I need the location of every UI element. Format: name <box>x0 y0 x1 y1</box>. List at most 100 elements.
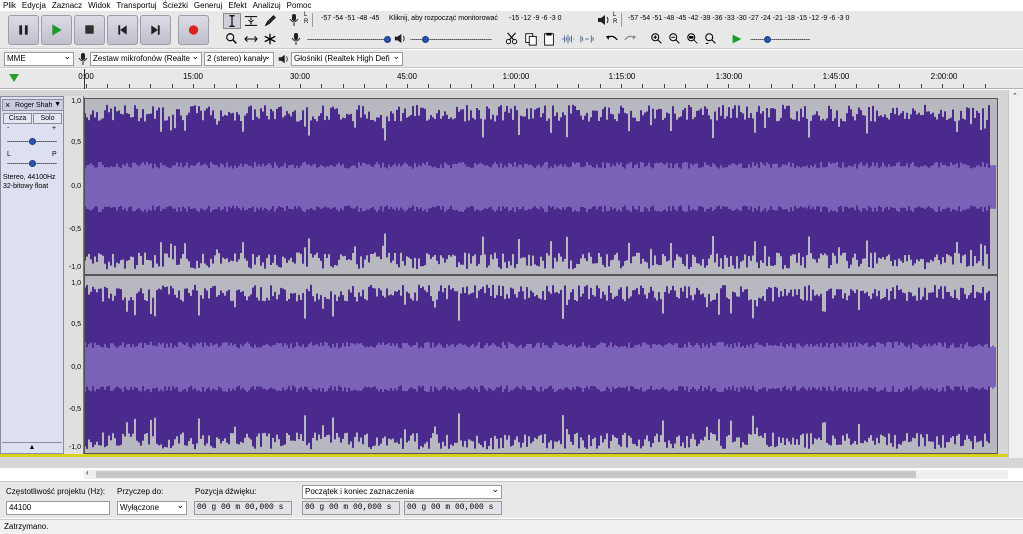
play-at-speed-button[interactable] <box>728 31 746 47</box>
timeline-tick <box>963 84 964 88</box>
recording-device-select[interactable]: Zestaw mikrofonów (Realte <box>90 52 202 66</box>
gain-slider[interactable] <box>7 137 57 147</box>
timeline-pin-icon[interactable] <box>8 72 20 86</box>
pan-thumb[interactable] <box>28 160 36 167</box>
mic-volume-thumb[interactable] <box>384 36 391 43</box>
playback-device-select[interactable]: Głośniki (Realtek High Defi <box>291 52 403 66</box>
pan-slider[interactable] <box>7 159 57 169</box>
ch2-scale-m05: -0,5 <box>68 406 81 413</box>
redo-button[interactable] <box>621 31 639 47</box>
timeline-tick <box>685 84 686 88</box>
audio-position-label: Pozycja dźwięku: <box>195 487 257 496</box>
channels-select[interactable]: 2 (stereo) kanały <box>204 52 274 66</box>
timeline-tick <box>642 84 643 88</box>
skip-end-button[interactable] <box>140 15 171 45</box>
record-button[interactable] <box>178 15 209 45</box>
audio-host-select[interactable]: MME <box>4 52 74 66</box>
play-at-speed-icon <box>732 34 742 44</box>
selection-tool[interactable] <box>223 13 241 29</box>
cut-button[interactable] <box>503 31 521 47</box>
timeline-label-2: 30:00 <box>289 72 311 81</box>
project-rate-select[interactable]: 44100 <box>6 501 110 515</box>
timeshift-tool[interactable] <box>242 31 260 47</box>
play-meter[interactable]: -57 -54 -51 -48 -45 -42 -39 -36 -33 -30 … <box>621 13 891 27</box>
waveform-area[interactable] <box>84 98 998 454</box>
scroll-up-icon[interactable]: ⌃ <box>1012 92 1018 100</box>
stop-icon <box>85 25 94 34</box>
horizontal-scrollbar[interactable]: ‹ <box>84 468 1008 479</box>
zoom-tool[interactable] <box>223 31 241 47</box>
play-speed-slider[interactable] <box>750 35 810 45</box>
horizontal-scroll-thumb[interactable] <box>96 471 916 478</box>
skip-start-button[interactable] <box>107 15 138 45</box>
multi-tool[interactable] <box>261 31 279 47</box>
project-rate-label: Częstotliwość projektu (Hz): <box>6 487 106 496</box>
stop-button[interactable] <box>74 15 105 45</box>
gain-plus-label: + <box>52 125 57 132</box>
timeline-label-4: 1:00:00 <box>502 72 530 81</box>
waveform-channel <box>84 104 996 270</box>
timeline-tick <box>407 84 408 88</box>
timeline-tick <box>749 84 750 88</box>
selection-end-field[interactable]: 00 g 00 m 00,000 s <box>404 501 502 515</box>
play-meter-speaker-icon[interactable] <box>596 13 610 27</box>
output-volume-thumb[interactable] <box>422 36 429 43</box>
solo-button[interactable]: Solo <box>33 113 62 124</box>
play-button[interactable] <box>41 15 72 45</box>
mute-button[interactable]: Cisza <box>3 113 32 124</box>
record-meter[interactable]: -57 -54 -51 -48 -45 Kliknij, aby rozpocz… <box>312 13 584 27</box>
selection-start-field[interactable]: 00 g 00 m 00,000 s <box>302 501 400 515</box>
scroll-left-icon[interactable]: ‹ <box>86 468 89 477</box>
timeline-tick <box>364 84 365 88</box>
gain-thumb[interactable] <box>28 138 36 145</box>
speaker-device-icon <box>277 53 289 65</box>
vertical-scrollbar[interactable]: ⌃ <box>1008 90 1023 458</box>
play-meter-scale: -57 -54 -51 -48 -45 -42 -39 -36 -33 -30 … <box>628 15 850 22</box>
audio-position-field[interactable]: 00 g 00 m 00,000 s <box>194 501 292 515</box>
redo-icon <box>624 35 637 41</box>
fit-project-button[interactable] <box>702 31 720 47</box>
timeline-tick <box>985 84 986 88</box>
silence-button[interactable] <box>578 31 596 47</box>
copy-button[interactable] <box>522 31 540 47</box>
vertical-ruler[interactable]: 1,0 0,5 0,0 -0,5 -1,0 1,0 0,5 0,0 -0,5 -… <box>64 96 84 454</box>
track-name[interactable]: Roger Shah <box>15 101 52 111</box>
track-info-format: Stereo, 44100Hz <box>3 174 56 181</box>
play-meter-letter-r: R <box>613 19 618 25</box>
draw-tool[interactable] <box>261 13 279 29</box>
zoom-in-icon <box>651 33 662 44</box>
undo-button[interactable] <box>603 31 621 47</box>
timeline-tick <box>771 84 772 88</box>
pause-icon <box>19 25 28 35</box>
track-menu-icon[interactable]: ▼ <box>54 100 61 110</box>
output-volume-slider[interactable] <box>410 35 492 45</box>
trim-button[interactable] <box>559 31 577 47</box>
pause-button[interactable] <box>8 15 39 45</box>
pencil-icon <box>264 15 276 27</box>
collapse-up-icon: ▲ <box>28 444 36 451</box>
silence-audio-icon <box>580 35 594 43</box>
selection-mode-select[interactable]: Początek i koniec zaznaczenia <box>302 485 502 499</box>
timeline-tick <box>193 84 194 88</box>
timeline-tick <box>899 84 900 88</box>
ch1-scale-0: 0,0 <box>71 183 81 190</box>
timeline-tick <box>621 84 622 88</box>
skip-end-icon <box>151 25 160 35</box>
zoom-out-button[interactable] <box>666 31 684 47</box>
play-speed-thumb[interactable] <box>764 36 771 43</box>
fit-selection-button[interactable] <box>684 31 702 47</box>
track-close-icon[interactable]: × <box>5 100 10 110</box>
envelope-tool[interactable] <box>242 13 260 29</box>
snap-select[interactable]: Wyłączone <box>117 501 187 515</box>
paste-button[interactable] <box>540 31 558 47</box>
timeline-ruler[interactable]: 0:00 15:00 30:00 45:00 1:00:00 1:15:00 1… <box>0 69 1023 89</box>
timeline-tick <box>86 84 87 88</box>
ch2-scale-1: 1,0 <box>71 280 81 287</box>
paste-icon <box>544 32 554 46</box>
record-meter-mic-icon[interactable] <box>288 13 300 27</box>
collapse-track-button[interactable]: ▲ <box>2 442 62 452</box>
zoom-in-button[interactable] <box>648 31 666 47</box>
mic-volume-icon <box>290 32 302 46</box>
mic-volume-slider[interactable] <box>307 35 391 45</box>
timeline-tick <box>707 84 708 88</box>
